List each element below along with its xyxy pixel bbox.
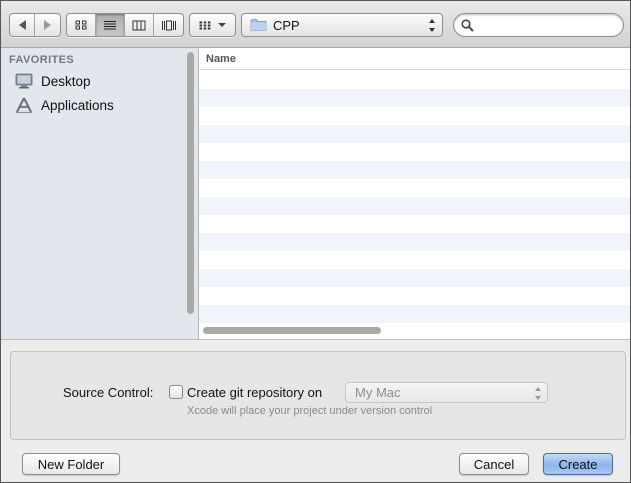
create-button[interactable]: Create <box>543 453 613 475</box>
create-git-repo-checkbox[interactable] <box>169 385 183 399</box>
list-view-button[interactable] <box>96 14 125 36</box>
sidebar: FAVORITES Desktop Applications <box>1 48 199 339</box>
list-row <box>199 89 630 107</box>
column-header-name[interactable]: Name <box>199 48 630 70</box>
sidebar-item-desktop[interactable]: Desktop <box>15 71 91 91</box>
horizontal-scrollbar[interactable] <box>203 327 381 334</box>
forward-arrow-icon <box>44 20 51 30</box>
sidebar-heading-favorites: FAVORITES <box>9 54 75 66</box>
list-row <box>199 107 630 125</box>
toolbar: CPP <box>1 1 630 48</box>
arrange-grid-icon <box>199 21 211 29</box>
list-row <box>199 305 630 323</box>
sidebar-item-label: Applications <box>41 97 114 113</box>
list-row <box>199 197 630 215</box>
repository-location-value: My Mac <box>355 385 401 400</box>
back-button[interactable] <box>10 14 35 36</box>
coverflow-view-button[interactable] <box>154 14 183 36</box>
folder-icon <box>250 19 267 31</box>
search-icon <box>461 19 474 32</box>
save-dialog: CPP FAVORITES Desktop Applications Name … <box>0 0 631 483</box>
search-field[interactable] <box>453 13 624 37</box>
list-row <box>199 251 630 269</box>
source-control-label: Source Control: <box>63 385 154 400</box>
list-row <box>199 215 630 233</box>
list-row <box>199 71 630 89</box>
file-list: Name <box>199 48 630 339</box>
repository-location-popup[interactable]: My Mac <box>345 382 548 403</box>
list-row <box>199 143 630 161</box>
column-header-label: Name <box>206 52 236 65</box>
list-view-icon <box>104 21 116 30</box>
icon-view-button[interactable] <box>67 14 96 36</box>
create-git-repo-label[interactable]: Create git repository on <box>187 385 322 400</box>
list-row <box>199 269 630 287</box>
list-row <box>199 287 630 305</box>
list-row <box>199 233 630 251</box>
applications-icon <box>16 97 32 113</box>
icon-view-icon <box>75 20 87 30</box>
sidebar-item-label: Desktop <box>41 73 91 89</box>
location-label: CPP <box>273 17 300 33</box>
sidebar-item-applications[interactable]: Applications <box>15 95 114 115</box>
coverflow-view-icon <box>161 20 176 30</box>
updown-arrows-icon <box>428 19 436 32</box>
desktop-icon <box>15 73 33 89</box>
updown-arrows-icon <box>534 387 542 400</box>
arrange-menu-button[interactable] <box>189 13 236 37</box>
column-view-icon <box>132 20 146 30</box>
arrange-button[interactable] <box>190 14 235 36</box>
file-rows <box>199 71 630 323</box>
location-popup[interactable]: CPP <box>241 13 443 37</box>
sidebar-scrollbar[interactable] <box>187 52 194 314</box>
new-folder-button[interactable]: New Folder <box>22 453 120 475</box>
cancel-button[interactable]: Cancel <box>459 453 529 475</box>
divider <box>1 339 630 340</box>
forward-button[interactable] <box>35 14 60 36</box>
chevron-down-icon <box>218 23 226 27</box>
nav-buttons <box>9 13 61 37</box>
view-mode-selector <box>66 13 184 37</box>
list-row <box>199 125 630 143</box>
list-row <box>199 179 630 197</box>
column-view-button[interactable] <box>125 14 154 36</box>
version-control-hint: Xcode will place your project under vers… <box>187 405 433 417</box>
list-row <box>199 161 630 179</box>
back-arrow-icon <box>18 20 26 30</box>
